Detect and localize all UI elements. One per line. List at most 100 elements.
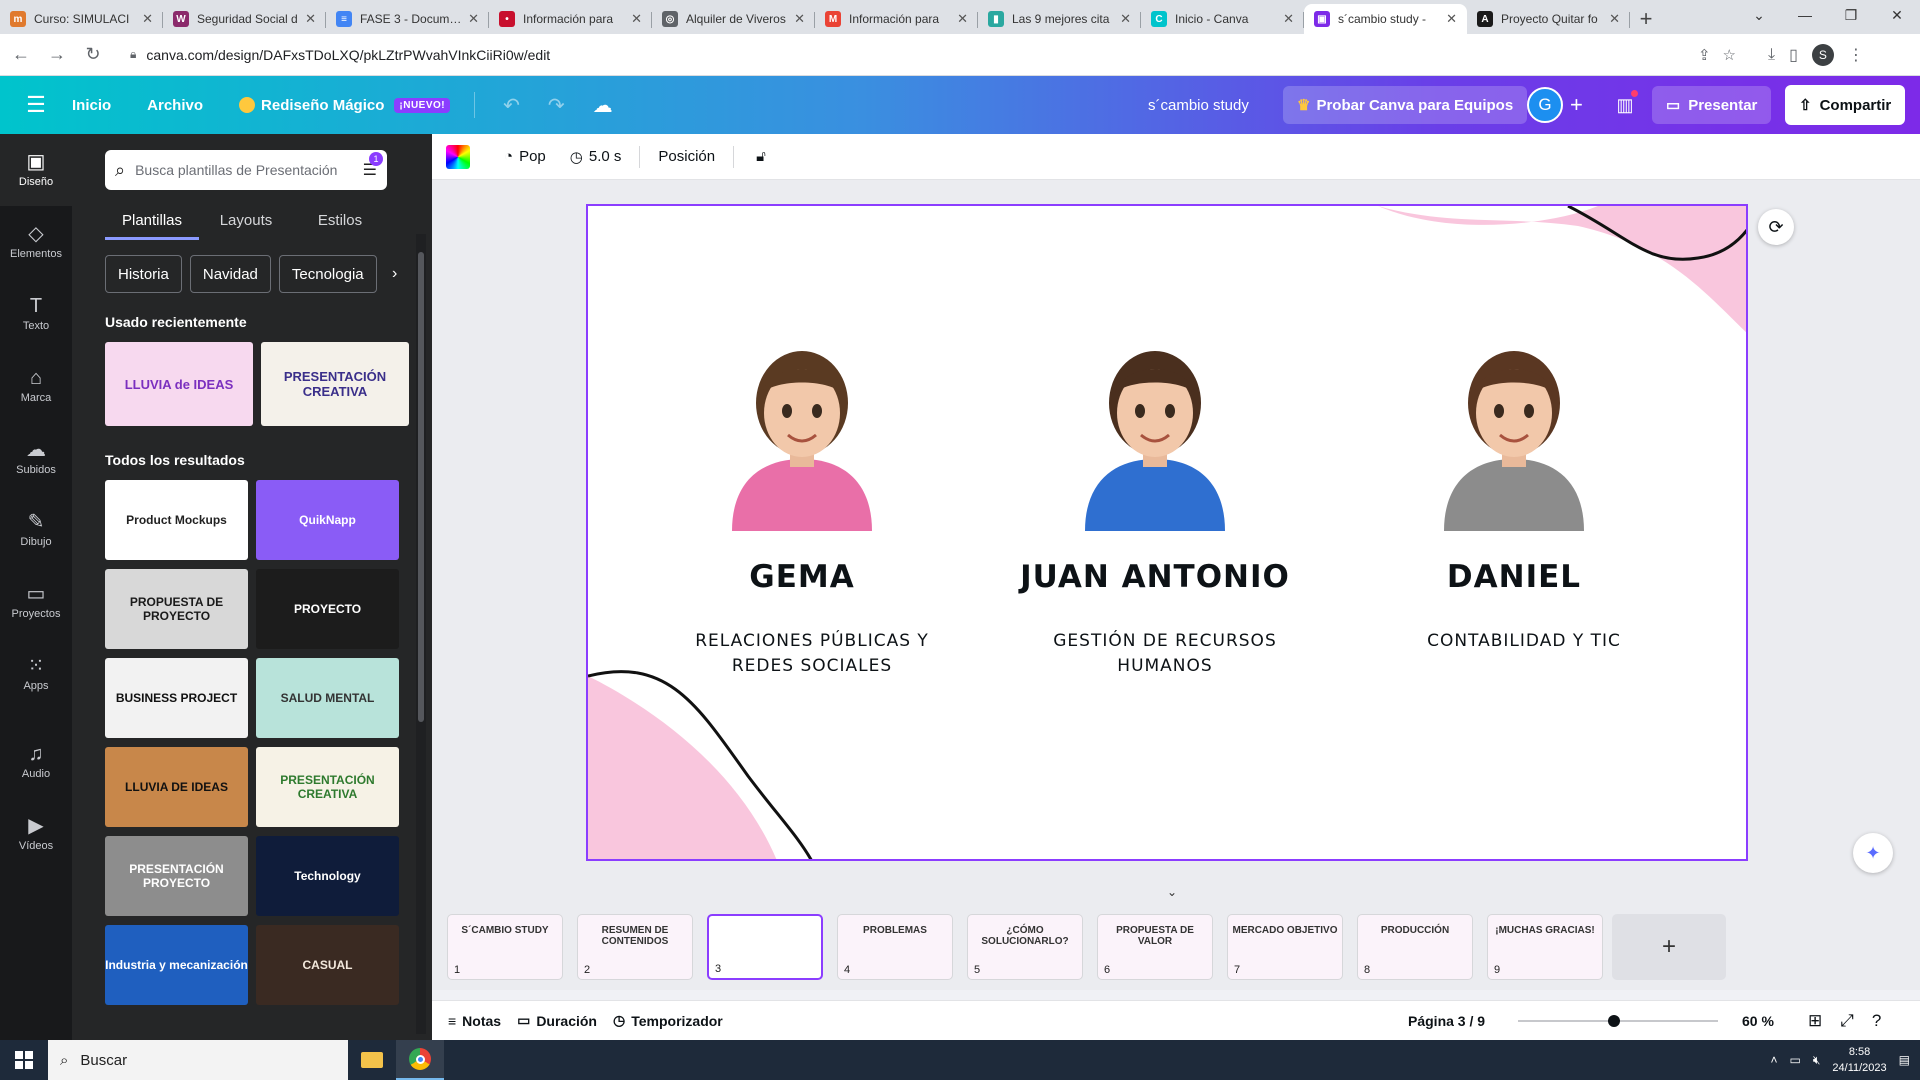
template-thumbnail[interactable]: Technology bbox=[256, 836, 399, 916]
template-thumbnail[interactable]: PRESENTACIÓN CREATIVA bbox=[261, 342, 409, 426]
minimize-button[interactable]: — bbox=[1782, 0, 1828, 30]
share-page-icon[interactable]: ⇪ bbox=[1698, 46, 1711, 64]
notes-button[interactable]: ≡ Notas bbox=[448, 1013, 501, 1029]
page-thumbnail[interactable]: ¿CÓMO SOLUCIONARLO? 5 bbox=[967, 914, 1083, 980]
chip-tecnologia[interactable]: Tecnologia bbox=[278, 255, 377, 293]
chip-navidad[interactable]: Navidad bbox=[189, 255, 271, 293]
network-icon[interactable]: ▭ bbox=[1790, 1053, 1801, 1067]
browser-tab[interactable]: A Proyecto Quitar fo ✕ bbox=[1467, 4, 1630, 34]
windows-start-icon[interactable] bbox=[0, 1040, 48, 1080]
close-window-button[interactable]: ✕ bbox=[1874, 0, 1920, 30]
browser-tab[interactable]: ▣ s´cambio study - ✕ bbox=[1304, 4, 1467, 34]
user-avatar[interactable]: G bbox=[1527, 87, 1563, 123]
help-icon[interactable]: ? bbox=[1872, 1011, 1881, 1031]
close-tab-icon[interactable]: ✕ bbox=[1609, 11, 1620, 27]
rail-item-vídeos[interactable]: ▶ Vídeos bbox=[0, 798, 72, 870]
clock[interactable]: 8:58 24/11/2023 bbox=[1832, 1044, 1886, 1076]
page-thumbnail[interactable]: PROBLEMAS 4 bbox=[837, 914, 953, 980]
close-tab-icon[interactable]: ✕ bbox=[631, 11, 642, 27]
hamburger-menu-icon[interactable]: ☰ bbox=[0, 76, 72, 134]
browser-tab[interactable]: C Inicio - Canva ✕ bbox=[1141, 4, 1304, 34]
profile-avatar[interactable]: S bbox=[1811, 43, 1834, 66]
template-thumbnail[interactable]: LLUVIA de IDEAS bbox=[105, 342, 253, 426]
rail-item-marca[interactable]: ⌂ Marca bbox=[0, 350, 72, 422]
magic-redesign-button[interactable]: Rediseño Mágico ¡NUEVO! bbox=[239, 97, 451, 114]
grid-view-icon[interactable]: ⊞ bbox=[1808, 1011, 1822, 1031]
template-thumbnail[interactable]: PROYECTO bbox=[256, 569, 399, 649]
page-thumbnail[interactable]: 3 bbox=[707, 914, 823, 980]
restore-button[interactable]: ❐ bbox=[1828, 0, 1874, 30]
page-thumbnail[interactable]: S´CAMBIO STUDY 1 bbox=[447, 914, 563, 980]
taskbar-search-input[interactable]: ⌕ Buscar bbox=[48, 1040, 348, 1080]
rail-item-subidos[interactable]: ☁ Subidos bbox=[0, 422, 72, 494]
volume-icon[interactable]: 🔇︎ bbox=[1813, 1053, 1821, 1068]
rail-item-diseño[interactable]: ▣ Diseño bbox=[0, 134, 72, 206]
browser-menu-icon[interactable]: ⋮ bbox=[1848, 45, 1864, 65]
close-tab-icon[interactable]: ✕ bbox=[1283, 11, 1294, 27]
browser-tab[interactable]: ▮ Las 9 mejores cita ✕ bbox=[978, 4, 1141, 34]
page-thumbnail[interactable]: PROPUESTA DE VALOR 6 bbox=[1097, 914, 1213, 980]
undo-icon[interactable]: ↶ bbox=[503, 93, 520, 118]
page-thumbnail[interactable]: PRODUCCIÓN 8 bbox=[1357, 914, 1473, 980]
tab-styles[interactable]: Estilos bbox=[293, 204, 387, 240]
page-thumbnail[interactable]: RESUMEN DE CONTENIDOS 2 bbox=[577, 914, 693, 980]
template-thumbnail[interactable]: PROPUESTA DE PROYECTO bbox=[105, 569, 248, 649]
browser-tab[interactable]: W Seguridad Social d ✕ bbox=[163, 4, 326, 34]
template-thumbnail[interactable]: Product Mockups bbox=[105, 480, 248, 560]
present-button[interactable]: ▭ Presentar bbox=[1652, 86, 1772, 124]
regenerate-icon[interactable]: ⟳ bbox=[1758, 209, 1794, 245]
chevron-down-icon[interactable]: ⌄ bbox=[1167, 885, 1177, 899]
rail-item-audio[interactable]: ♫ Audio bbox=[0, 726, 72, 798]
template-thumbnail[interactable]: PRESENTACIÓN CREATIVA bbox=[256, 747, 399, 827]
share-button[interactable]: ⇧ Compartir bbox=[1785, 85, 1906, 125]
template-search-input[interactable]: ⌕ Busca plantillas de Presentación ☰ 1 bbox=[105, 150, 387, 190]
animate-button[interactable]: ◔ Pop bbox=[504, 148, 546, 165]
lock-icon[interactable]: 🔓︎ bbox=[756, 148, 766, 165]
browser-tab[interactable]: m Curso: SIMULACI ✕ bbox=[0, 4, 163, 34]
file-explorer-icon[interactable] bbox=[348, 1040, 396, 1080]
rail-item-elementos[interactable]: ◇ Elementos bbox=[0, 206, 72, 278]
cloud-saved-icon[interactable]: ☁ bbox=[593, 93, 613, 118]
close-tab-icon[interactable]: ✕ bbox=[142, 11, 153, 27]
reload-button[interactable]: ↻ bbox=[78, 40, 108, 70]
tab-templates[interactable]: Plantillas bbox=[105, 204, 199, 240]
rail-item-texto[interactable]: T Texto bbox=[0, 278, 72, 350]
add-page-button[interactable]: + bbox=[1612, 914, 1726, 980]
close-tab-icon[interactable]: ✕ bbox=[305, 11, 316, 27]
close-tab-icon[interactable]: ✕ bbox=[1446, 11, 1457, 27]
browser-tab[interactable]: M Información para ✕ bbox=[815, 4, 978, 34]
chip-historia[interactable]: Historia bbox=[105, 255, 182, 293]
template-thumbnail[interactable]: CASUAL bbox=[256, 925, 399, 1005]
slide-canvas[interactable]: GEMA RELACIONES PÚBLICAS Y REDES SOCIALES J… bbox=[586, 204, 1748, 861]
filter-icon[interactable]: ☰ 1 bbox=[363, 152, 383, 180]
template-thumbnail[interactable]: LLUVIA DE IDEAS bbox=[105, 747, 248, 827]
url-field[interactable]: 🔒︎ canva.com/design/DAFxsTDoLXQ/pkLZtrPW… bbox=[118, 39, 1748, 70]
download-icon[interactable]: ⤓ bbox=[1768, 46, 1775, 64]
chevron-right-icon[interactable]: › bbox=[385, 255, 405, 293]
rail-item-proyectos[interactable]: ▭ Proyectos bbox=[0, 566, 72, 638]
try-teams-button[interactable]: ♛ Probar Canva para Equipos bbox=[1283, 86, 1528, 124]
close-tab-icon[interactable]: ✕ bbox=[468, 11, 479, 27]
magic-assistant-icon[interactable]: ✦ bbox=[1853, 833, 1893, 873]
show-hidden-icons[interactable]: ˄ bbox=[1770, 1053, 1777, 1067]
close-tab-icon[interactable]: ✕ bbox=[794, 11, 805, 27]
redo-icon[interactable]: ↷ bbox=[548, 93, 565, 118]
lock-icon[interactable]: 🔒︎ bbox=[130, 47, 136, 62]
forward-button[interactable]: → bbox=[42, 40, 72, 70]
notifications-icon[interactable]: ▤ bbox=[1899, 1053, 1910, 1067]
template-thumbnail[interactable]: Industria y mecanización bbox=[105, 925, 248, 1005]
side-panel-icon[interactable]: ▯ bbox=[1789, 45, 1798, 65]
new-tab-button[interactable]: + bbox=[1630, 4, 1662, 34]
chrome-icon[interactable] bbox=[396, 1040, 444, 1080]
browser-tab[interactable]: ≡ FASE 3 - Documen ✕ bbox=[326, 4, 489, 34]
home-link[interactable]: Inicio bbox=[72, 97, 111, 114]
tab-layouts[interactable]: Layouts bbox=[199, 204, 293, 240]
browser-tab[interactable]: ◎ Alquiler de Viveros ✕ bbox=[652, 4, 815, 34]
document-title[interactable]: s´cambio study bbox=[1148, 97, 1249, 114]
file-menu[interactable]: Archivo bbox=[147, 97, 203, 114]
page-thumbnail[interactable]: MERCADO OBJETIVO 7 bbox=[1227, 914, 1343, 980]
page-thumbnail[interactable]: ¡MUCHAS GRACIAS! 9 bbox=[1487, 914, 1603, 980]
close-tab-icon[interactable]: ✕ bbox=[1120, 11, 1131, 27]
back-button[interactable]: ← bbox=[6, 40, 36, 70]
rail-item-apps[interactable]: ⁙ Apps bbox=[0, 638, 72, 710]
